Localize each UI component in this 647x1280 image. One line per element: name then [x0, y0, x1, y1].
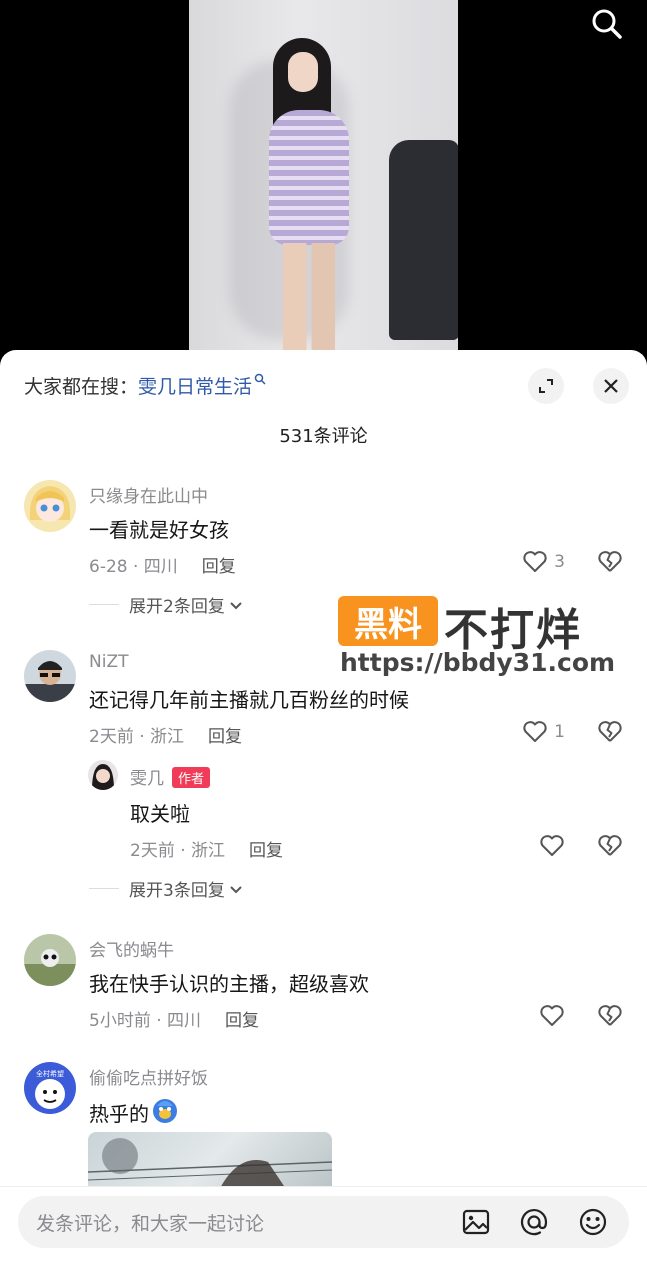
trending-prefix: 大家都在搜： — [24, 376, 139, 398]
chevron-down-icon — [230, 885, 242, 893]
comment-username[interactable]: 偷偷吃点拼好饭 — [89, 1064, 208, 1089]
watermark: 黑料 不打烊 https://bbdy31.com — [338, 596, 618, 692]
comments-sheet: 大家都在搜： 雯几日常生活 531条评论 只缘身在此山中 一看就是好女孩 6-2… — [0, 350, 647, 1280]
reply-button[interactable]: 回复 — [208, 722, 242, 747]
reply-username-text[interactable]: 雯几 — [130, 769, 164, 789]
video-figure-dress — [269, 110, 349, 245]
broken-heart-icon — [598, 1005, 622, 1026]
like-button[interactable]: 3 — [522, 550, 565, 574]
close-button[interactable] — [593, 368, 629, 404]
like-count: 3 — [554, 552, 565, 572]
comment-text: 热乎的 — [89, 1102, 149, 1126]
dislike-button[interactable] — [597, 550, 623, 578]
reply-avatar[interactable] — [88, 760, 118, 790]
reply-button[interactable]: 回复 — [225, 1006, 259, 1031]
avatar[interactable]: 全村希望 — [24, 1062, 76, 1114]
comments-count: 531条评论 — [279, 426, 368, 447]
heart-icon — [540, 1005, 564, 1026]
broken-heart-icon — [598, 721, 622, 742]
reply-button[interactable]: 回复 — [202, 552, 236, 577]
emoji-icon — [151, 1096, 179, 1129]
video-frame — [189, 0, 458, 360]
close-icon — [604, 379, 618, 393]
dislike-button[interactable] — [597, 720, 623, 748]
comment-username[interactable]: NiZT — [89, 652, 128, 672]
avatar-text: 全村希望 — [36, 1069, 64, 1078]
comment-time-location: 6-28 · 四川 — [89, 557, 178, 577]
expand-button[interactable] — [528, 368, 564, 404]
search-icon[interactable] — [589, 6, 625, 42]
heart-icon — [523, 551, 547, 572]
video-chair — [389, 140, 458, 340]
like-button[interactable] — [539, 1004, 565, 1028]
chevron-down-icon — [230, 601, 242, 609]
mention-icon[interactable] — [518, 1206, 550, 1238]
trending-search[interactable]: 大家都在搜： 雯几日常生活 — [24, 372, 266, 399]
reply-time-location: 2天前 · 浙江 — [130, 841, 226, 861]
expand-divider — [89, 888, 119, 889]
expand-divider — [89, 604, 119, 605]
watermark-badge: 黑料 — [338, 596, 438, 646]
comment-time-location: 5小时前 · 四川 — [89, 1011, 202, 1031]
expand-replies-label: 展开2条回复 — [129, 597, 225, 617]
comment-input[interactable]: 发条评论，和大家一起讨论 — [18, 1196, 629, 1248]
comment-username[interactable]: 只缘身在此山中 — [89, 482, 208, 507]
video-figure-legs — [283, 243, 335, 360]
expand-icon — [539, 379, 553, 393]
like-button[interactable] — [539, 834, 565, 858]
comment-text: 一看就是好女孩 — [89, 518, 229, 542]
broken-heart-icon — [598, 551, 622, 572]
reply-text: 取关啦 — [130, 802, 190, 826]
like-count: 1 — [554, 722, 565, 742]
broken-heart-icon — [598, 835, 622, 856]
expand-replies[interactable]: 展开2条回复 — [89, 592, 244, 617]
dislike-button[interactable] — [597, 1004, 623, 1032]
reply-username: 雯几 作者 — [130, 764, 211, 789]
like-button[interactable]: 1 — [522, 720, 565, 744]
emoji-picker-icon[interactable] — [577, 1206, 609, 1238]
comment-image[interactable] — [88, 1132, 332, 1192]
expand-replies[interactable]: 展开3条回复 — [89, 876, 244, 901]
comment-username[interactable]: 会飞的蜗牛 — [89, 936, 174, 961]
avatar[interactable] — [24, 650, 76, 702]
heart-icon — [523, 721, 547, 742]
avatar[interactable] — [24, 934, 76, 986]
comment-text-row: 热乎的 — [89, 1096, 179, 1129]
comment-input-placeholder: 发条评论，和大家一起讨论 — [36, 1213, 265, 1235]
trending-keyword[interactable]: 雯几日常生活 — [138, 372, 252, 399]
reply-button[interactable]: 回复 — [249, 836, 283, 861]
image-icon[interactable] — [460, 1206, 492, 1238]
dislike-button[interactable] — [597, 834, 623, 862]
video-player[interactable] — [0, 0, 647, 360]
watermark-url: https://bbdy31.com — [340, 648, 616, 677]
comment-time-location: 2天前 · 浙江 — [89, 727, 185, 747]
comment-meta: 6-28 · 四川 回复 — [89, 552, 236, 577]
expand-replies-label: 展开3条回复 — [129, 881, 225, 901]
author-badge: 作者 — [172, 767, 211, 788]
video-figure-face — [288, 52, 318, 92]
avatar[interactable] — [24, 480, 76, 532]
search-small-icon — [254, 373, 266, 388]
comment-meta: 5小时前 · 四川 回复 — [89, 1006, 259, 1031]
comment-input-bar: 发条评论，和大家一起讨论 — [0, 1186, 647, 1280]
reply-meta: 2天前 · 浙江 回复 — [130, 836, 283, 861]
comment-meta: 2天前 · 浙江 回复 — [89, 722, 242, 747]
comment-text: 我在快手认识的主播，超级喜欢 — [89, 972, 369, 996]
heart-icon — [540, 835, 564, 856]
